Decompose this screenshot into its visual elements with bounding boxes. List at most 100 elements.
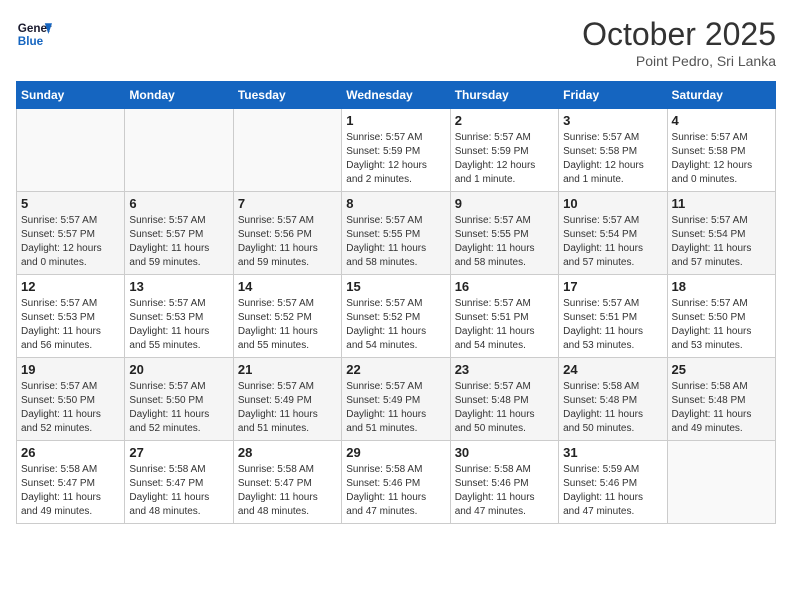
day-number: 12 — [21, 279, 120, 294]
calendar-week-row: 19 Sunrise: 5:57 AM Sunset: 5:50 PM Dayli… — [17, 358, 776, 441]
day-info: Sunrise: 5:57 AM Sunset: 5:58 PM Dayligh… — [563, 131, 662, 187]
calendar-cell: 11 Sunrise: 5:57 AM Sunset: 5:54 PM Dayli… — [667, 192, 775, 275]
day-info: Sunrise: 5:57 AM Sunset: 5:52 PM Dayligh… — [346, 297, 445, 353]
day-number: 6 — [129, 196, 228, 211]
day-number: 15 — [346, 279, 445, 294]
day-info: Sunrise: 5:58 AM Sunset: 5:47 PM Dayligh… — [238, 463, 337, 519]
calendar-week-row: 12 Sunrise: 5:57 AM Sunset: 5:53 PM Dayli… — [17, 275, 776, 358]
day-number: 1 — [346, 113, 445, 128]
day-info: Sunrise: 5:57 AM Sunset: 5:52 PM Dayligh… — [238, 297, 337, 353]
day-number: 26 — [21, 445, 120, 460]
calendar-table: SundayMondayTuesdayWednesdayThursdayFrid… — [16, 81, 776, 524]
day-info: Sunrise: 5:57 AM Sunset: 5:51 PM Dayligh… — [563, 297, 662, 353]
day-number: 24 — [563, 362, 662, 377]
calendar-cell: 5 Sunrise: 5:57 AM Sunset: 5:57 PM Daylig… — [17, 192, 125, 275]
day-of-week-header: Wednesday — [342, 82, 450, 109]
day-info: Sunrise: 5:57 AM Sunset: 5:50 PM Dayligh… — [21, 380, 120, 436]
day-info: Sunrise: 5:57 AM Sunset: 5:54 PM Dayligh… — [672, 214, 771, 270]
day-info: Sunrise: 5:57 AM Sunset: 5:53 PM Dayligh… — [129, 297, 228, 353]
calendar-week-row: 5 Sunrise: 5:57 AM Sunset: 5:57 PM Daylig… — [17, 192, 776, 275]
day-number: 7 — [238, 196, 337, 211]
day-info: Sunrise: 5:57 AM Sunset: 5:51 PM Dayligh… — [455, 297, 554, 353]
day-info: Sunrise: 5:58 AM Sunset: 5:46 PM Dayligh… — [455, 463, 554, 519]
calendar-cell: 30 Sunrise: 5:58 AM Sunset: 5:46 PM Dayli… — [450, 441, 558, 524]
day-number: 8 — [346, 196, 445, 211]
day-info: Sunrise: 5:57 AM Sunset: 5:59 PM Dayligh… — [346, 131, 445, 187]
calendar-cell: 1 Sunrise: 5:57 AM Sunset: 5:59 PM Daylig… — [342, 109, 450, 192]
day-info: Sunrise: 5:57 AM Sunset: 5:59 PM Dayligh… — [455, 131, 554, 187]
calendar-cell: 22 Sunrise: 5:57 AM Sunset: 5:49 PM Dayli… — [342, 358, 450, 441]
day-number: 22 — [346, 362, 445, 377]
calendar-cell: 25 Sunrise: 5:58 AM Sunset: 5:48 PM Dayli… — [667, 358, 775, 441]
calendar-cell: 10 Sunrise: 5:57 AM Sunset: 5:54 PM Dayli… — [559, 192, 667, 275]
day-info: Sunrise: 5:57 AM Sunset: 5:48 PM Dayligh… — [455, 380, 554, 436]
day-number: 29 — [346, 445, 445, 460]
day-number: 19 — [21, 362, 120, 377]
day-of-week-header: Sunday — [17, 82, 125, 109]
calendar-week-row: 1 Sunrise: 5:57 AM Sunset: 5:59 PM Daylig… — [17, 109, 776, 192]
day-number: 10 — [563, 196, 662, 211]
day-info: Sunrise: 5:57 AM Sunset: 5:49 PM Dayligh… — [346, 380, 445, 436]
day-number: 4 — [672, 113, 771, 128]
day-info: Sunrise: 5:57 AM Sunset: 5:54 PM Dayligh… — [563, 214, 662, 270]
calendar-week-row: 26 Sunrise: 5:58 AM Sunset: 5:47 PM Dayli… — [17, 441, 776, 524]
day-info: Sunrise: 5:57 AM Sunset: 5:50 PM Dayligh… — [672, 297, 771, 353]
day-info: Sunrise: 5:58 AM Sunset: 5:47 PM Dayligh… — [129, 463, 228, 519]
title-block: October 2025 Point Pedro, Sri Lanka — [582, 16, 776, 69]
calendar-cell: 9Sunrise: 5:57 AM Sunset: 5:55 PM Daylig… — [450, 192, 558, 275]
day-info: Sunrise: 5:59 AM Sunset: 5:46 PM Dayligh… — [563, 463, 662, 519]
day-number: 28 — [238, 445, 337, 460]
day-info: Sunrise: 5:57 AM Sunset: 5:50 PM Dayligh… — [129, 380, 228, 436]
calendar-cell: 29Sunrise: 5:58 AM Sunset: 5:46 PM Dayli… — [342, 441, 450, 524]
calendar-cell: 26Sunrise: 5:58 AM Sunset: 5:47 PM Dayli… — [17, 441, 125, 524]
calendar-cell: 23Sunrise: 5:57 AM Sunset: 5:48 PM Dayli… — [450, 358, 558, 441]
calendar-cell — [667, 441, 775, 524]
location-subtitle: Point Pedro, Sri Lanka — [582, 53, 776, 69]
day-info: Sunrise: 5:57 AM Sunset: 5:56 PM Dayligh… — [238, 214, 337, 270]
day-of-week-header: Saturday — [667, 82, 775, 109]
calendar-cell: 24 Sunrise: 5:58 AM Sunset: 5:48 PM Dayli… — [559, 358, 667, 441]
day-number: 13 — [129, 279, 228, 294]
day-number: 17 — [563, 279, 662, 294]
day-info: Sunrise: 5:57 AM Sunset: 5:57 PM Dayligh… — [129, 214, 228, 270]
day-number: 27 — [129, 445, 228, 460]
calendar-cell: 18 Sunrise: 5:57 AM Sunset: 5:50 PM Dayli… — [667, 275, 775, 358]
day-info: Sunrise: 5:57 AM Sunset: 5:49 PM Dayligh… — [238, 380, 337, 436]
calendar-cell: 19 Sunrise: 5:57 AM Sunset: 5:50 PM Dayli… — [17, 358, 125, 441]
svg-text:Blue: Blue — [18, 35, 44, 48]
calendar-cell: 28 Sunrise: 5:58 AM Sunset: 5:47 PM Dayli… — [233, 441, 341, 524]
day-of-week-header: Friday — [559, 82, 667, 109]
calendar-cell: 3 Sunrise: 5:57 AM Sunset: 5:58 PM Daylig… — [559, 109, 667, 192]
day-number: 31 — [563, 445, 662, 460]
day-info: Sunrise: 5:57 AM Sunset: 5:55 PM Dayligh… — [455, 214, 554, 270]
day-of-week-header: Monday — [125, 82, 233, 109]
calendar-cell: 12Sunrise: 5:57 AM Sunset: 5:53 PM Dayli… — [17, 275, 125, 358]
day-number: 30 — [455, 445, 554, 460]
day-number: 21 — [238, 362, 337, 377]
day-info: Sunrise: 5:57 AM Sunset: 5:58 PM Dayligh… — [672, 131, 771, 187]
day-info: Sunrise: 5:57 AM Sunset: 5:55 PM Dayligh… — [346, 214, 445, 270]
day-of-week-header: Tuesday — [233, 82, 341, 109]
calendar-cell: 6 Sunrise: 5:57 AM Sunset: 5:57 PM Daylig… — [125, 192, 233, 275]
calendar-cell: 14Sunrise: 5:57 AM Sunset: 5:52 PM Dayli… — [233, 275, 341, 358]
calendar-cell: 16Sunrise: 5:57 AM Sunset: 5:51 PM Dayli… — [450, 275, 558, 358]
month-title: October 2025 — [582, 16, 776, 53]
day-number: 3 — [563, 113, 662, 128]
calendar-cell: 20 Sunrise: 5:57 AM Sunset: 5:50 PM Dayli… — [125, 358, 233, 441]
day-number: 5 — [21, 196, 120, 211]
day-number: 11 — [672, 196, 771, 211]
logo: General Blue — [16, 16, 52, 52]
day-number: 18 — [672, 279, 771, 294]
day-number: 25 — [672, 362, 771, 377]
calendar-cell — [233, 109, 341, 192]
day-info: Sunrise: 5:58 AM Sunset: 5:48 PM Dayligh… — [672, 380, 771, 436]
calendar-cell — [125, 109, 233, 192]
day-number: 20 — [129, 362, 228, 377]
calendar-cell: 13 Sunrise: 5:57 AM Sunset: 5:53 PM Dayli… — [125, 275, 233, 358]
calendar-cell: 15 Sunrise: 5:57 AM Sunset: 5:52 PM Dayli… — [342, 275, 450, 358]
day-info: Sunrise: 5:58 AM Sunset: 5:48 PM Dayligh… — [563, 380, 662, 436]
calendar-cell: 27 Sunrise: 5:58 AM Sunset: 5:47 PM Dayli… — [125, 441, 233, 524]
calendar-cell: 4 Sunrise: 5:57 AM Sunset: 5:58 PM Daylig… — [667, 109, 775, 192]
day-info: Sunrise: 5:57 AM Sunset: 5:57 PM Dayligh… — [21, 214, 120, 270]
calendar-cell: 31 Sunrise: 5:59 AM Sunset: 5:46 PM Dayli… — [559, 441, 667, 524]
